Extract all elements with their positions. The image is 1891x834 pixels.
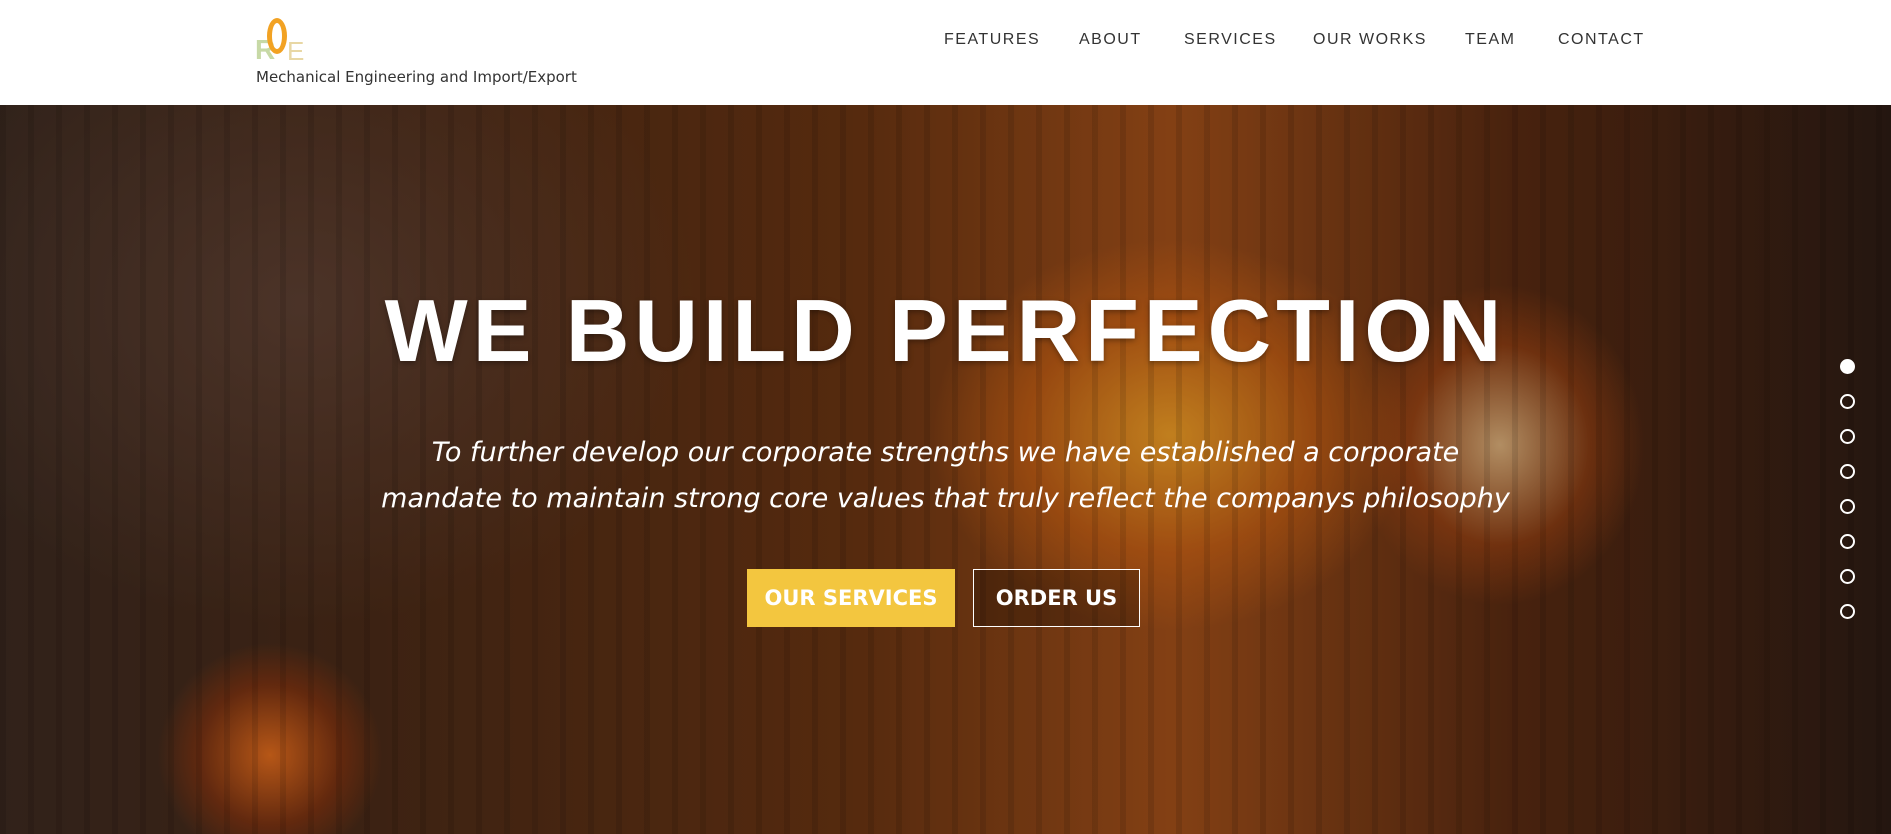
company-tagline: Mechanical Engineering and Import/Export xyxy=(256,68,577,86)
hero-section: WE BUILD PERFECTION To further develop o… xyxy=(0,105,1891,834)
hero-subtitle-line: To further develop our corporate strengt… xyxy=(431,437,1460,468)
slide-dot[interactable] xyxy=(1840,499,1855,514)
nav-our-works[interactable]: OUR WORKS xyxy=(1313,31,1427,49)
slide-dot[interactable] xyxy=(1840,359,1855,374)
nav-contact[interactable]: CONTACT xyxy=(1558,31,1645,49)
nav-about[interactable]: ABOUT xyxy=(1079,31,1142,49)
hero-subtitle-line: mandate to maintain strong core values t… xyxy=(381,483,1510,514)
slide-dot[interactable] xyxy=(1840,569,1855,584)
slide-dot[interactable] xyxy=(1840,534,1855,549)
slide-dot[interactable] xyxy=(1840,394,1855,409)
hero-title: WE BUILD PERFECTION xyxy=(384,281,1507,380)
hero-subtitle: To further develop our corporate strengt… xyxy=(0,430,1891,522)
order-us-button[interactable]: ORDER US xyxy=(973,569,1140,627)
nav-services[interactable]: SERVICES xyxy=(1184,31,1277,49)
logo[interactable]: R E xyxy=(255,18,315,64)
nav-features[interactable]: FEATURES xyxy=(944,31,1040,49)
logo-letter-o-ring xyxy=(267,18,287,54)
slide-dot[interactable] xyxy=(1840,464,1855,479)
slide-dot[interactable] xyxy=(1840,429,1855,444)
our-services-button[interactable]: OUR SERVICES xyxy=(747,569,955,627)
slide-pagination xyxy=(1840,359,1856,639)
site-header: R E Mechanical Engineering and Import/Ex… xyxy=(0,0,1891,105)
slide-dot[interactable] xyxy=(1840,604,1855,619)
logo-letter-e: E xyxy=(287,36,305,66)
nav-team[interactable]: TEAM xyxy=(1465,31,1515,49)
